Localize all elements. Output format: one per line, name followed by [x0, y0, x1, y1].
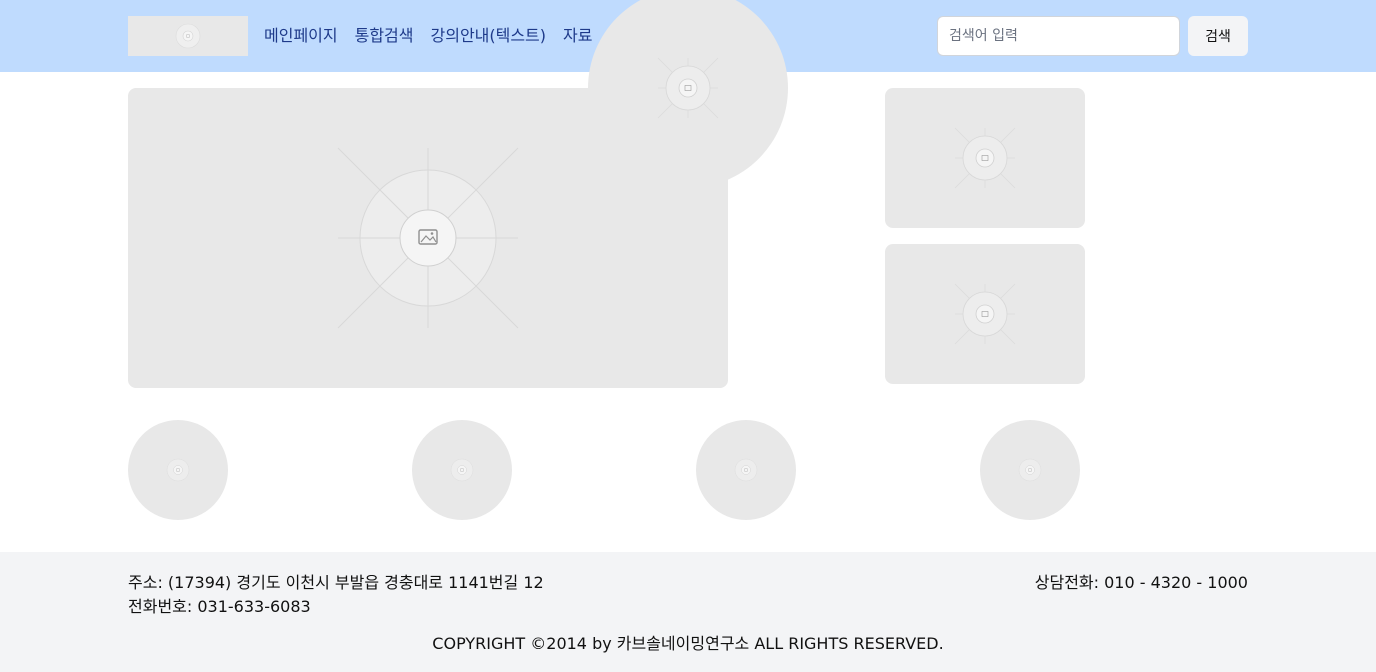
thumbnail-circle-3[interactable]: [696, 420, 796, 520]
image-placeholder-icon: [1018, 458, 1042, 482]
image-placeholder-icon: [954, 283, 1016, 345]
search-button[interactable]: 검색: [1188, 16, 1248, 56]
floating-circle-image[interactable]: [588, 0, 788, 188]
site-footer: 주소: (17394) 경기도 이천시 부발읍 경충대로 1141번길 12 전…: [0, 552, 1376, 672]
thumbnail-circle-2[interactable]: [412, 420, 512, 520]
footer-contact-info: 주소: (17394) 경기도 이천시 부발읍 경충대로 1141번길 12 전…: [128, 571, 544, 619]
side-banner-image-2[interactable]: [885, 244, 1085, 384]
image-placeholder-icon: [166, 458, 190, 482]
footer-copyright: COPYRIGHT ©2014 by 카브솔네이밍연구소 ALL RIGHTS …: [432, 634, 944, 653]
nav-link-search[interactable]: 통합검색: [355, 26, 414, 46]
image-placeholder-icon: [734, 458, 758, 482]
search-input[interactable]: [937, 16, 1180, 56]
footer-consult-phone: 상담전화: 010 - 4320 - 1000: [1034, 573, 1248, 592]
main-nav: 메인페이지 통합검색 강의안내(텍스트) 자료: [264, 26, 592, 46]
site-logo[interactable]: [128, 16, 248, 56]
thumbnail-circle-4[interactable]: [980, 420, 1080, 520]
image-placeholder-icon: [657, 57, 719, 119]
nav-link-main[interactable]: 메인페이지: [264, 26, 338, 46]
image-placeholder-icon: [954, 127, 1016, 189]
image-placeholder-icon: [175, 23, 201, 49]
image-placeholder-icon: [450, 458, 474, 482]
thumbnail-circle-1[interactable]: [128, 420, 228, 520]
footer-address: 주소: (17394) 경기도 이천시 부발읍 경충대로 1141번길 12: [128, 573, 544, 592]
nav-link-lectures[interactable]: 강의안내(텍스트): [431, 26, 547, 46]
side-banner-image-1[interactable]: [885, 88, 1085, 228]
footer-phone: 전화번호: 031-633-6083: [128, 597, 311, 616]
